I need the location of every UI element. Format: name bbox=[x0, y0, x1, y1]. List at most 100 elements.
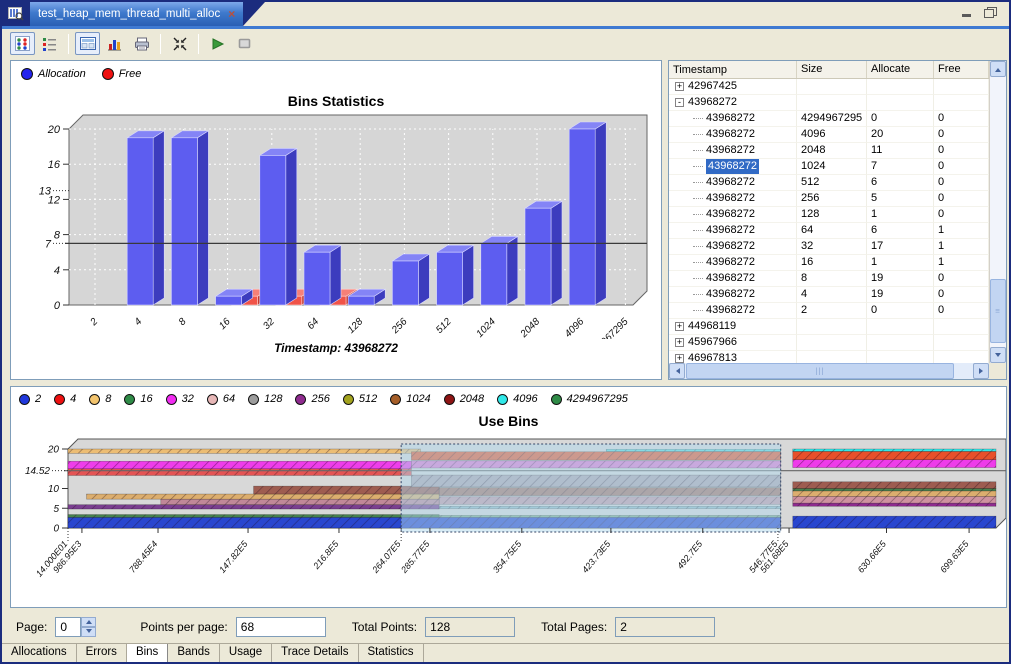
allocate-cell[interactable]: 1 bbox=[867, 207, 934, 223]
free-cell[interactable]: 1 bbox=[934, 223, 989, 239]
bottom-tab-statistics[interactable]: Statistics bbox=[359, 644, 424, 662]
table-row[interactable]: +46967813 bbox=[669, 351, 989, 363]
bottom-tab-usage[interactable]: Usage bbox=[220, 644, 272, 662]
size-cell[interactable] bbox=[797, 95, 867, 111]
timestamp-cell[interactable]: 43968272 bbox=[706, 239, 755, 254]
vertical-scrollbar[interactable]: ≡ bbox=[989, 61, 1006, 363]
bottom-tab-errors[interactable]: Errors bbox=[77, 644, 127, 662]
table-row[interactable]: 43968272 102470 bbox=[669, 159, 989, 175]
allocate-cell[interactable]: 5 bbox=[867, 191, 934, 207]
size-cell[interactable]: 1024 bbox=[797, 159, 867, 175]
allocate-cell[interactable]: 19 bbox=[867, 271, 934, 287]
expand-icon[interactable]: + bbox=[675, 322, 684, 331]
free-cell[interactable]: 0 bbox=[934, 191, 989, 207]
run-button[interactable] bbox=[205, 32, 230, 55]
points-per-page-input[interactable] bbox=[236, 617, 326, 637]
size-cell[interactable]: 2 bbox=[797, 303, 867, 319]
timestamp-cell[interactable]: 43968272 bbox=[706, 223, 755, 238]
overview-button[interactable] bbox=[75, 32, 100, 55]
allocate-cell[interactable]: 19 bbox=[867, 287, 934, 303]
timestamp-cell[interactable]: 45967966 bbox=[688, 335, 737, 350]
column-header-timestamp[interactable]: Timestamp bbox=[669, 61, 797, 78]
table-row[interactable]: 43968272 6461 bbox=[669, 223, 989, 239]
bottom-tab-bands[interactable]: Bands bbox=[168, 644, 220, 662]
size-cell[interactable]: 4 bbox=[797, 287, 867, 303]
table-row[interactable]: 4396827212810 bbox=[669, 207, 989, 223]
allocate-cell[interactable]: 1 bbox=[867, 255, 934, 271]
free-cell[interactable] bbox=[934, 335, 989, 351]
size-cell[interactable] bbox=[797, 79, 867, 95]
timestamp-cell[interactable]: 43968272 bbox=[706, 271, 755, 286]
collapse-icon[interactable]: - bbox=[675, 98, 684, 107]
scroll-up-button[interactable] bbox=[990, 61, 1006, 77]
free-cell[interactable]: 0 bbox=[934, 127, 989, 143]
timestamp-cell[interactable]: 43968272 bbox=[706, 159, 759, 174]
vertical-scroll-thumb[interactable]: ≡ bbox=[990, 279, 1006, 343]
table-row[interactable]: 43968272200 bbox=[669, 303, 989, 319]
allocate-cell[interactable] bbox=[867, 351, 934, 363]
timestamp-cell[interactable]: 43968272 bbox=[706, 127, 755, 142]
spinner-down-button[interactable] bbox=[81, 627, 96, 637]
allocate-cell[interactable] bbox=[867, 335, 934, 351]
size-cell[interactable] bbox=[797, 319, 867, 335]
bins-bar-chart[interactable]: 0481216207132481632641282565121024204840… bbox=[11, 107, 661, 339]
free-cell[interactable]: 1 bbox=[934, 239, 989, 255]
table-row[interactable]: 439682722048110 bbox=[669, 143, 989, 159]
free-cell[interactable]: 1 bbox=[934, 255, 989, 271]
allocate-cell[interactable]: 7 bbox=[867, 159, 934, 175]
size-cell[interactable]: 16 bbox=[797, 255, 867, 271]
free-cell[interactable] bbox=[934, 95, 989, 111]
size-cell[interactable]: 32 bbox=[797, 239, 867, 255]
allocate-cell[interactable]: 6 bbox=[867, 223, 934, 239]
fit-window-button[interactable] bbox=[167, 32, 192, 55]
table-row[interactable]: 4396827232171 bbox=[669, 239, 989, 255]
timestamp-cell[interactable]: 46967813 bbox=[688, 351, 737, 363]
free-cell[interactable]: 0 bbox=[934, 159, 989, 175]
minimize-icon[interactable] bbox=[961, 7, 974, 18]
timestamp-cell[interactable]: 44968119 bbox=[688, 319, 736, 334]
timestamp-cell[interactable]: 42967425 bbox=[688, 79, 737, 94]
free-cell[interactable]: 0 bbox=[934, 287, 989, 303]
bottom-tab-allocations[interactable]: Allocations bbox=[2, 644, 77, 662]
timestamp-cell[interactable]: 43968272 bbox=[706, 175, 755, 190]
table-row[interactable]: -43968272 bbox=[669, 95, 989, 111]
free-cell[interactable] bbox=[934, 79, 989, 95]
timestamp-cell[interactable]: 43968272 bbox=[706, 111, 755, 126]
size-cell[interactable]: 64 bbox=[797, 223, 867, 239]
timestamp-cell[interactable]: 43968272 bbox=[706, 143, 755, 158]
timestamp-cell[interactable]: 43968272 bbox=[706, 207, 755, 222]
table-row[interactable]: +45967966 bbox=[669, 335, 989, 351]
timestamp-cell[interactable]: 43968272 bbox=[706, 255, 755, 270]
free-cell[interactable]: 0 bbox=[934, 303, 989, 319]
expand-icon[interactable]: + bbox=[675, 338, 684, 347]
timestamp-cell[interactable]: 43968272 bbox=[706, 191, 755, 206]
editor-tab[interactable]: test_heap_mem_thread_multi_alloc × bbox=[30, 2, 243, 26]
scroll-right-button[interactable] bbox=[973, 363, 989, 379]
table-row[interactable]: +44968119 bbox=[669, 319, 989, 335]
free-cell[interactable]: 0 bbox=[934, 143, 989, 159]
size-cell[interactable]: 4294967295 bbox=[797, 111, 867, 127]
chart-view-button[interactable] bbox=[102, 32, 127, 55]
allocate-cell[interactable]: 20 bbox=[867, 127, 934, 143]
use-bins-chart[interactable]: 05102014.5214.000E01986.95E3788.45E4147.… bbox=[11, 431, 1006, 607]
timestamp-cell[interactable]: 43968272 bbox=[688, 95, 737, 110]
column-header-allocate[interactable]: Allocate bbox=[867, 61, 934, 78]
details-view-button[interactable] bbox=[37, 32, 62, 55]
column-header-size[interactable]: Size bbox=[797, 61, 867, 78]
allocate-cell[interactable] bbox=[867, 79, 934, 95]
tab-close-icon[interactable]: × bbox=[228, 8, 235, 20]
table-row[interactable]: 439682721611 bbox=[669, 255, 989, 271]
column-header-free[interactable]: Free bbox=[934, 61, 989, 78]
thumbnails-view-button[interactable] bbox=[10, 32, 35, 55]
table-row[interactable]: 43968272429496729500 bbox=[669, 111, 989, 127]
size-cell[interactable]: 128 bbox=[797, 207, 867, 223]
table-row[interactable]: 439682724190 bbox=[669, 287, 989, 303]
size-cell[interactable]: 8 bbox=[797, 271, 867, 287]
table-row[interactable]: 4396827251260 bbox=[669, 175, 989, 191]
free-cell[interactable]: 0 bbox=[934, 271, 989, 287]
expand-icon[interactable]: + bbox=[675, 354, 684, 363]
allocate-cell[interactable]: 0 bbox=[867, 303, 934, 319]
bottom-tab-bins[interactable]: Bins bbox=[127, 644, 168, 662]
allocate-cell[interactable]: 6 bbox=[867, 175, 934, 191]
size-cell[interactable]: 2048 bbox=[797, 143, 867, 159]
